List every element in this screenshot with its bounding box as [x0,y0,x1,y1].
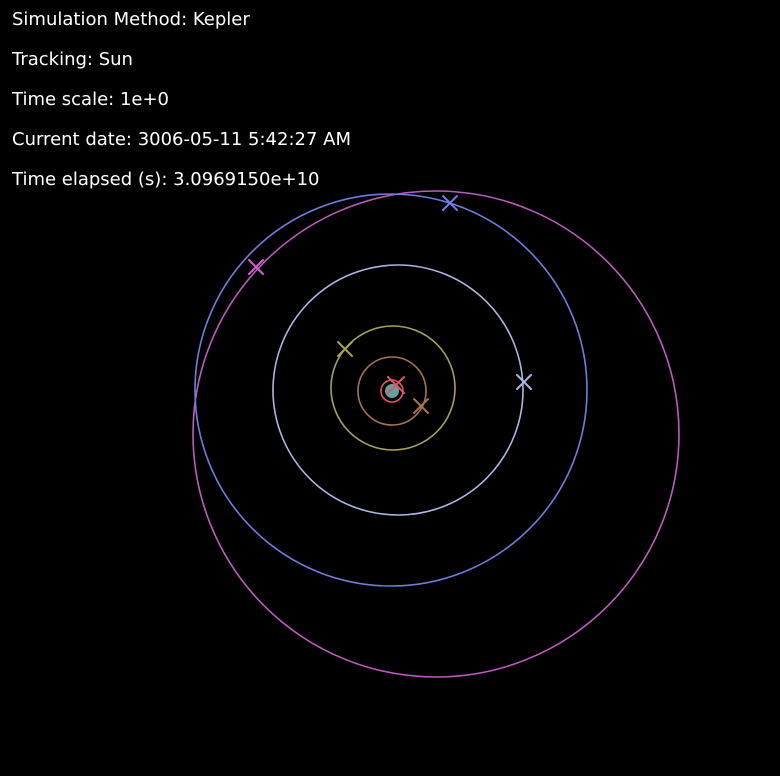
tracking-label: Tracking: Sun [12,49,133,70]
venus-marker[interactable] [413,398,429,414]
earth-marker[interactable] [337,341,353,357]
simulation-method-label: Simulation Method: Kepler [12,9,250,30]
orbits [192,190,680,678]
time-scale-label: Time scale: 1e+0 [12,89,169,110]
current-date-label: Current date: 3006-05-11 5:42:27 AM [12,129,351,150]
outer-blue-marker[interactable] [442,195,458,211]
orbit-outer-magenta [192,190,680,678]
mars-marker[interactable] [516,374,532,390]
hud-panel: Simulation Method: Kepler Tracking: Sun … [12,10,351,210]
time-elapsed-label: Time elapsed (s): 3.0969150e+10 [12,169,320,190]
